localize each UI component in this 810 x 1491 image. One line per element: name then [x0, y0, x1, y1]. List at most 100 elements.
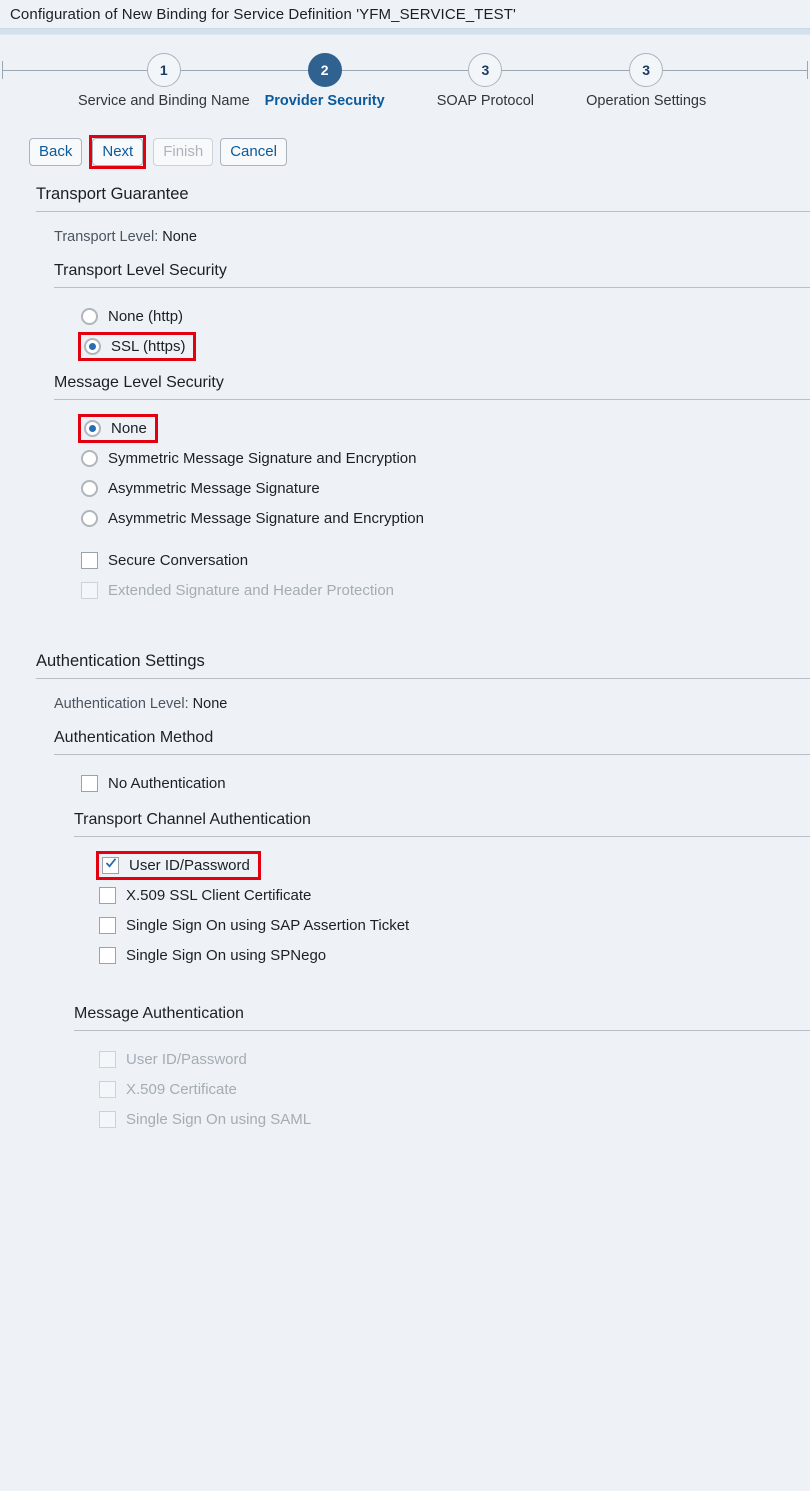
radio-mls-none-box[interactable]: None	[78, 413, 158, 443]
transport-level-value: None	[162, 229, 197, 245]
checkbox-tca-user-id-password-box[interactable]: User ID/Password	[96, 850, 261, 880]
authentication-level-readonly: Authentication Level: None	[0, 679, 810, 729]
message-level-security-options: None Symmetric Message Signature and Enc…	[0, 400, 810, 618]
transport-level-readonly: Transport Level: None	[0, 212, 810, 262]
radio-row-none-http[interactable]: None (http)	[0, 301, 810, 331]
transport-level-security-options: None (http) SSL (https)	[0, 288, 810, 374]
roadmap-step-2-circle: 2	[307, 53, 342, 87]
checkbox-row-extended-signature: Extended Signature and Header Protection	[0, 575, 810, 605]
title-separator	[0, 28, 810, 35]
radio-mls-none-label: None	[111, 419, 147, 437]
checkbox-ma-user-id-password-label: User ID/Password	[126, 1050, 247, 1068]
roadmap-step-4-circle: 3	[629, 53, 664, 87]
authentication-method-options: No Authentication	[0, 755, 810, 811]
next-button[interactable]: Next	[92, 138, 144, 166]
roadmap-step-1-label: Service and Binding Name	[77, 93, 250, 109]
roadmap-step-2-label: Provider Security	[264, 93, 385, 109]
radio-symmetric-box[interactable]: Symmetric Message Signature and Encrypti…	[78, 447, 424, 470]
message-authentication-options: User ID/Password X.509 Certificate Singl…	[0, 1031, 810, 1147]
checkbox-row-tca-sso-spnego[interactable]: Single Sign On using SPNego	[0, 940, 810, 970]
authentication-level-label: Authentication Level:	[54, 696, 189, 712]
checkbox-icon[interactable]	[99, 886, 116, 904]
checkbox-secure-conversation-box[interactable]: Secure Conversation	[78, 549, 256, 572]
checkbox-icon[interactable]	[81, 551, 98, 569]
checkbox-no-authentication-box[interactable]: No Authentication	[78, 772, 234, 795]
back-button-wrap: Back	[29, 138, 83, 166]
roadmap-step-4-label: Operation Settings	[586, 93, 707, 109]
checkbox-tca-x509-label: X.509 SSL Client Certificate	[126, 886, 312, 904]
radio-icon[interactable]	[81, 449, 98, 467]
radio-icon[interactable]	[81, 479, 98, 497]
checkbox-row-tca-x509-ssl-client-certificate[interactable]: X.509 SSL Client Certificate	[0, 880, 810, 910]
wizard-roadmap: 1 Service and Binding Name 2 Provider Se…	[0, 35, 810, 121]
roadmap-connector	[324, 69, 486, 71]
radio-row-ssl-https[interactable]: SSL (https)	[0, 331, 810, 361]
transport-level-label: Transport Level:	[54, 229, 159, 245]
finish-button: Finish	[153, 138, 214, 166]
checkbox-ma-user-id-password-box: User ID/Password	[96, 1048, 255, 1071]
authentication-method-heading: Authentication Method	[54, 729, 214, 746]
checkbox-row-tca-user-id-password[interactable]: User ID/Password	[0, 850, 810, 880]
checkbox-extended-signature-box: Extended Signature and Header Protection	[78, 579, 402, 602]
authentication-level-value: None	[192, 696, 228, 712]
radio-icon[interactable]	[84, 337, 101, 355]
checkbox-no-authentication-label: No Authentication	[108, 774, 226, 792]
roadmap-endcap-right	[806, 61, 808, 79]
radio-none-http-box[interactable]: None (http)	[78, 305, 191, 328]
radio-row-mls-none[interactable]: None	[0, 413, 810, 443]
checkbox-tca-sso-sap-box[interactable]: Single Sign On using SAP Assertion Ticke…	[96, 914, 417, 937]
radio-none-http-label: None (http)	[108, 307, 184, 325]
radio-row-asymmetric-signature-encryption[interactable]: Asymmetric Message Signature and Encrypt…	[0, 503, 810, 533]
roadmap-step-3-label: SOAP Protocol	[436, 93, 535, 109]
checkbox-icon[interactable]	[99, 916, 116, 934]
radio-symmetric-label: Symmetric Message Signature and Encrypti…	[108, 449, 417, 467]
radio-row-symmetric-signature-encryption[interactable]: Symmetric Message Signature and Encrypti…	[0, 443, 810, 473]
finish-button-wrap: Finish	[153, 138, 214, 166]
checkbox-row-secure-conversation[interactable]: Secure Conversation	[0, 545, 810, 575]
roadmap-connector	[163, 69, 325, 71]
radio-asymmetric-sig-box[interactable]: Asymmetric Message Signature	[78, 477, 328, 500]
cancel-button[interactable]: Cancel	[220, 138, 287, 166]
roadmap-connector	[485, 69, 647, 71]
window-title-bar: Configuration of New Binding for Service…	[0, 0, 810, 28]
checkbox-tca-user-id-password-label: User ID/Password	[129, 856, 250, 874]
radio-asymmetric-sig-enc-box[interactable]: Asymmetric Message Signature and Encrypt…	[78, 507, 432, 530]
wizard-content: Transport Guarantee Transport Level: Non…	[0, 169, 810, 1147]
checkbox-row-ma-x509-certificate: X.509 Certificate	[0, 1074, 810, 1104]
checkbox-row-tca-sso-sap-assertion-ticket[interactable]: Single Sign On using SAP Assertion Ticke…	[0, 910, 810, 940]
checkbox-secure-conversation-label: Secure Conversation	[108, 551, 249, 569]
check-icon	[105, 857, 117, 868]
roadmap-step-1-circle: 1	[146, 53, 181, 87]
checkbox-ma-sso-saml-box: Single Sign On using SAML	[96, 1108, 319, 1131]
radio-icon[interactable]	[81, 509, 98, 527]
checkbox-icon	[99, 1110, 116, 1128]
checkbox-extended-signature-label: Extended Signature and Header Protection	[108, 581, 395, 599]
checkbox-tca-sso-spnego-box[interactable]: Single Sign On using SPNego	[96, 944, 334, 967]
checkbox-ma-x509-box: X.509 Certificate	[96, 1078, 245, 1101]
checkbox-icon	[81, 581, 98, 599]
radio-icon[interactable]	[81, 307, 98, 325]
checkbox-row-no-authentication[interactable]: No Authentication	[0, 768, 810, 798]
page-title: Configuration of New Binding for Service…	[10, 5, 516, 23]
checkbox-tca-x509-box[interactable]: X.509 SSL Client Certificate	[96, 884, 319, 907]
radio-row-asymmetric-signature[interactable]: Asymmetric Message Signature	[0, 473, 810, 503]
authentication-settings-heading: Authentication Settings	[36, 652, 205, 670]
checkbox-row-ma-user-id-password: User ID/Password	[0, 1044, 810, 1074]
checkbox-icon[interactable]	[99, 946, 116, 964]
checkbox-icon	[99, 1050, 116, 1068]
transport-channel-authentication-options: User ID/Password X.509 SSL Client Certif…	[0, 837, 810, 983]
radio-asymmetric-sig-enc-label: Asymmetric Message Signature and Encrypt…	[108, 509, 424, 527]
message-authentication-heading: Message Authentication	[74, 1005, 244, 1022]
radio-ssl-https-box[interactable]: SSL (https)	[78, 331, 197, 361]
wizard-button-bar: Back Next Finish Cancel	[0, 121, 810, 169]
back-button[interactable]: Back	[29, 138, 83, 166]
roadmap-connector	[646, 69, 807, 71]
checkbox-icon	[99, 1080, 116, 1098]
checkbox-icon[interactable]	[81, 774, 98, 792]
checkbox-icon[interactable]	[102, 856, 119, 874]
radio-ssl-https-label: SSL (https)	[111, 337, 186, 355]
radio-icon[interactable]	[84, 419, 101, 437]
transport-channel-authentication-heading: Transport Channel Authentication	[74, 811, 311, 828]
